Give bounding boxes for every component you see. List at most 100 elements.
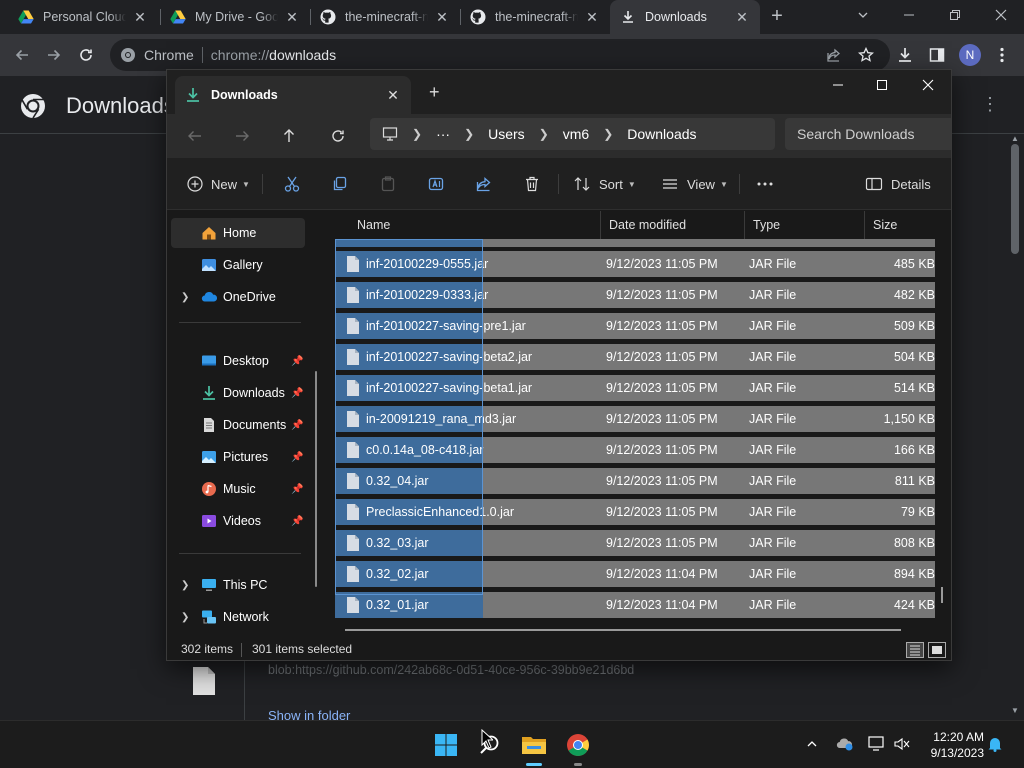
details-view-toggle[interactable]	[906, 642, 924, 658]
network-display-icon[interactable]	[868, 735, 886, 753]
maximize-button[interactable]	[859, 70, 905, 100]
breadcrumb-vm6[interactable]: vm6	[563, 126, 589, 142]
pin-icon[interactable]: 📌	[291, 420, 303, 431]
scroll-up-arrow-icon[interactable]: ▲	[1011, 134, 1019, 143]
delete-button[interactable]	[523, 170, 549, 198]
close-icon[interactable]: ✕	[584, 9, 600, 25]
chevron-right-icon[interactable]: ❯	[181, 612, 189, 623]
file-explorer-icon[interactable]	[518, 729, 550, 761]
chevron-down-icon[interactable]	[840, 0, 886, 30]
forward-button[interactable]	[42, 43, 66, 67]
chrome-icon[interactable]	[562, 729, 594, 761]
explorer-tab-downloads[interactable]: Downloads ✕	[175, 76, 411, 114]
refresh-icon[interactable]	[326, 124, 350, 148]
onedrive-sync-icon[interactable]	[836, 735, 854, 753]
nav-item-network[interactable]: ❯ Network	[171, 602, 305, 632]
chrome-tab-github-1[interactable]: the-minecraft-n ✕	[310, 0, 460, 34]
breadcrumb-ellipsis[interactable]: ···	[436, 126, 450, 142]
close-icon[interactable]: ✕	[734, 9, 750, 25]
cut-button[interactable]	[283, 170, 309, 198]
view-button[interactable]: View ▼	[661, 170, 728, 198]
details-button[interactable]: Details	[865, 170, 931, 198]
explorer-address-bar[interactable]: ❯ ··· ❯ Users ❯ vm6 ❯ Downloads	[370, 118, 775, 150]
restore-button[interactable]	[932, 0, 978, 30]
nav-item-pictures[interactable]: Pictures 📌	[171, 442, 305, 472]
nav-item-documents[interactable]: Documents 📌	[171, 410, 305, 440]
column-header-size[interactable]: Size	[865, 211, 951, 239]
download-source-url[interactable]: blob:https://github.com/242ab68c-0d51-40…	[268, 663, 634, 677]
column-header-date-modified[interactable]: Date modified	[601, 211, 745, 239]
windows-start-icon[interactable]	[430, 729, 462, 761]
paste-button[interactable]	[379, 170, 405, 198]
close-icon[interactable]: ✕	[434, 9, 450, 25]
breadcrumb-users[interactable]: Users	[488, 126, 525, 142]
file-explorer-window: Downloads ✕ + ❯ ··· ❯ Users ❯ vm6 ❯ Down…	[166, 69, 952, 661]
clock-time[interactable]: 12:20 AM	[924, 730, 984, 744]
download-icon[interactable]	[893, 43, 917, 67]
nav-item-onedrive[interactable]: ❯ OneDrive	[171, 282, 305, 312]
page-scrollbar[interactable]	[1011, 144, 1019, 254]
explorer-new-tab-button[interactable]: +	[429, 82, 440, 103]
file-row[interactable]: 0.32_01.jar 9/12/2023 11:04 PM JAR File 424…	[335, 592, 935, 618]
side-panel-icon[interactable]	[925, 43, 949, 67]
notification-bell-icon[interactable]	[986, 735, 1004, 753]
sort-button[interactable]: Sort ▼	[573, 170, 636, 198]
chrome-tab-github-2[interactable]: the-minecraft-n ✕	[460, 0, 610, 34]
more-options-button[interactable]	[756, 170, 782, 198]
search-input[interactable]: Search Downloads	[785, 118, 951, 150]
pin-icon[interactable]: 📌	[291, 356, 303, 367]
close-icon[interactable]: ✕	[284, 9, 300, 25]
close-icon[interactable]: ✕	[385, 87, 401, 103]
chevron-right-icon[interactable]: ❯	[181, 292, 189, 303]
chevron-right-icon[interactable]: ❯	[181, 580, 189, 591]
nav-item-downloads[interactable]: Downloads 📌	[171, 378, 305, 408]
column-header-name[interactable]: Name	[349, 211, 601, 239]
close-button[interactable]	[978, 0, 1024, 30]
address-bar[interactable]: Chrome chrome://downloads	[110, 39, 890, 71]
pin-icon[interactable]: 📌	[291, 516, 303, 527]
up-arrow-icon[interactable]	[277, 124, 301, 148]
copy-button[interactable]	[331, 170, 357, 198]
pin-icon[interactable]: 📌	[291, 484, 303, 495]
rename-button[interactable]	[427, 170, 453, 198]
chevron-up-icon[interactable]	[803, 735, 821, 753]
share-button[interactable]	[475, 170, 501, 198]
more-options-icon[interactable]: ⋮	[980, 94, 1000, 114]
reload-button[interactable]	[74, 43, 98, 67]
nav-item-music[interactable]: Music 📌	[171, 474, 305, 504]
new-button[interactable]: New ▼	[187, 170, 250, 198]
new-tab-button[interactable]: +	[766, 6, 788, 28]
close-button[interactable]	[905, 70, 951, 100]
share-icon[interactable]	[822, 43, 846, 67]
nav-item-home[interactable]: Home	[171, 218, 305, 248]
nav-item-gallery[interactable]: Gallery	[171, 250, 305, 280]
github-icon	[470, 9, 486, 25]
bookmark-star-icon[interactable]	[854, 43, 878, 67]
breadcrumb-downloads[interactable]: Downloads	[627, 126, 696, 142]
minimize-button[interactable]	[815, 70, 861, 100]
nav-item-desktop[interactable]: Desktop 📌	[171, 346, 305, 376]
nav-item-videos[interactable]: Videos 📌	[171, 506, 305, 536]
clock-date[interactable]: 9/13/2023	[918, 746, 984, 760]
forward-arrow-icon[interactable]	[230, 124, 254, 148]
column-header-type[interactable]: Type	[745, 211, 865, 239]
pin-icon[interactable]: 📌	[291, 452, 303, 463]
tiles-view-toggle[interactable]	[928, 642, 946, 658]
chrome-tab-downloads[interactable]: Downloads ✕	[610, 0, 760, 34]
chrome-tab-my-drive[interactable]: My Drive - Goo ✕	[160, 0, 310, 34]
file-list-vertical-scrollbar[interactable]	[941, 587, 943, 603]
github-icon	[320, 9, 336, 25]
back-button[interactable]	[10, 43, 34, 67]
profile-avatar[interactable]: N	[959, 44, 981, 66]
chrome-tab-personal-cloud[interactable]: Personal Cloud ✕	[8, 0, 158, 34]
file-list-horizontal-scrollbar[interactable]	[345, 629, 901, 631]
volume-muted-icon[interactable]	[893, 735, 911, 753]
nav-item-this-pc[interactable]: ❯ This PC	[171, 570, 305, 600]
chrome-menu-icon[interactable]	[990, 43, 1014, 67]
close-icon[interactable]: ✕	[132, 9, 148, 25]
nav-pane-scrollbar[interactable]	[315, 371, 317, 587]
back-arrow-icon[interactable]	[183, 124, 207, 148]
minimize-button[interactable]	[886, 0, 932, 30]
pin-icon[interactable]: 📌	[291, 388, 303, 399]
scroll-down-arrow-icon[interactable]: ▼	[1011, 706, 1019, 715]
